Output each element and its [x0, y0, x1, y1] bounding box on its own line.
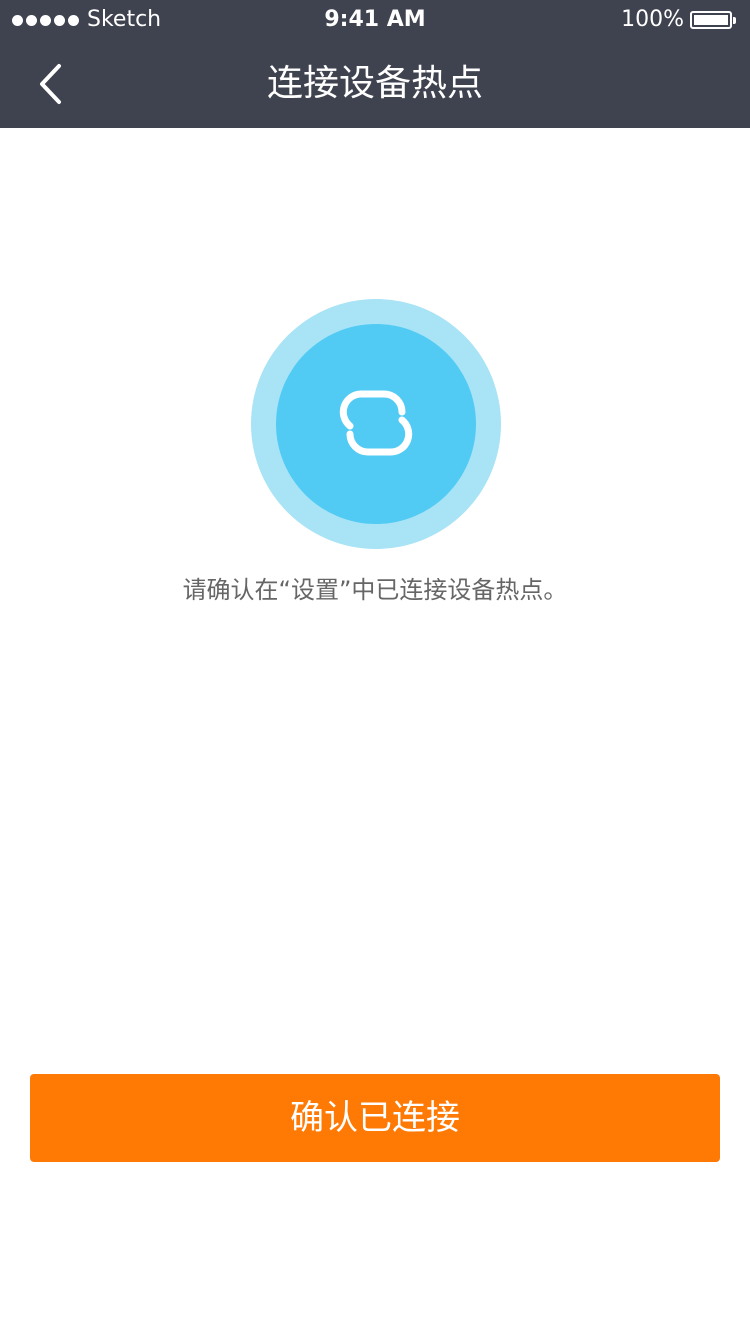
confirm-connected-button[interactable]: 确认已连接	[30, 1074, 720, 1162]
battery-icon	[690, 11, 732, 29]
status-bar: Sketch 9:41 AM 100%	[0, 0, 750, 40]
header: Sketch 9:41 AM 100% 连接设备热点	[0, 0, 750, 128]
battery-tip	[733, 16, 736, 24]
link-icon	[339, 390, 413, 456]
connection-illustration	[251, 299, 501, 549]
battery-fill	[694, 15, 728, 25]
nav-bar: 连接设备热点	[0, 40, 750, 128]
battery-indicator: 100%	[621, 7, 736, 33]
page-title: 连接设备热点	[266, 63, 483, 104]
instruction-text: 请确认在“设置”中已连接设备热点。	[182, 576, 568, 604]
battery-percent: 100%	[621, 7, 684, 32]
